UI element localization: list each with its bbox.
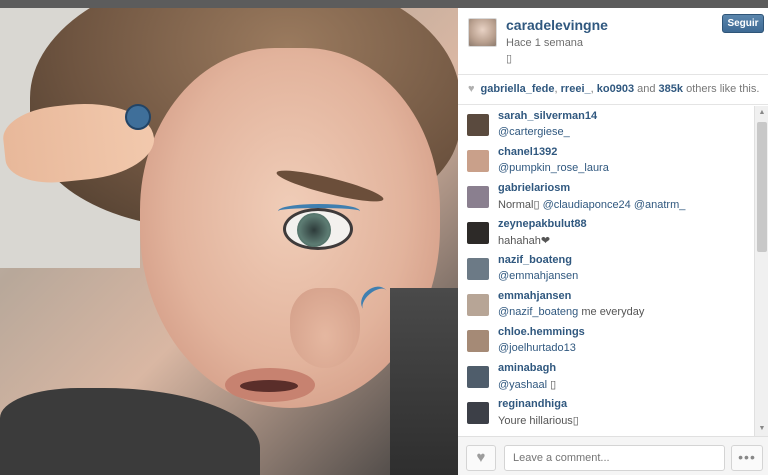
comment-bar: ♥ ••• [458,436,768,475]
comment-username[interactable]: emmahjansen [498,290,571,302]
scroll-down-icon[interactable]: ▼ [757,424,767,434]
photo-lash [278,204,360,218]
like-button[interactable]: ♥ [466,445,496,471]
comment-mention[interactable]: @pumpkin_rose_laura [498,162,609,174]
post-username[interactable]: caradelevingne [506,17,608,33]
photo-nose [290,288,360,368]
heart-icon: ♥ [476,449,486,466]
like-user-3[interactable]: ko0903 [597,83,634,95]
comment-text: @yashaal ▯ [498,378,556,391]
comment-text: Normal▯ @claudiaponce24 @anatrm_ [498,198,685,211]
ellipsis-icon: ••• [738,449,756,465]
comment-body: hahahah❤ [498,235,551,247]
list-item: reginandhiga Youre hillarious▯ [458,394,754,430]
likes-and: and [634,83,659,95]
comments-scrollbar[interactable]: ▲ ▼ [754,106,768,436]
post-caption: ▯ [506,53,513,65]
photo-shirt [0,388,260,475]
comment-list[interactable]: sarah_silverman14 @cartergiese_ chanel13… [458,106,754,436]
avatar[interactable] [467,330,489,352]
comment-username[interactable]: aminabagh [498,362,556,374]
comment-text: @emmahjansen [498,270,578,282]
comment-text: @cartergiese_ [498,126,570,138]
list-item: sarah_silverman14 @cartergiese_ [458,106,754,142]
post-side-panel: caradelevingne Hace 1 semana ▯ Seguir ♥ g… [458,8,768,475]
avatar[interactable] [467,366,489,388]
comment-text: Youre hillarious▯ [498,414,579,427]
list-item: gabrielariosm Normal▯ @claudiaponce24 @a… [458,178,754,214]
comment-username[interactable]: gabrielariosm [498,182,570,194]
list-item: zeynepakbulut88 hahahah❤ [458,214,754,250]
scroll-up-icon[interactable]: ▲ [757,108,767,118]
comment-body: ▯ [547,379,557,391]
list-item: emmahjansen @nazif_boateng me everyday [458,286,754,322]
comment-mention[interactable]: @emmahjansen [498,270,578,282]
photo-background-right [390,288,458,475]
list-item: chloe.hemmings @joelhurtado13 [458,322,754,358]
comment-username[interactable]: reginandhiga [498,398,567,410]
comment-text: @pumpkin_rose_laura [498,162,609,174]
comment-text: @joelhurtado13 [498,342,576,354]
avatar[interactable] [468,18,497,47]
avatar[interactable] [467,258,489,280]
post-header: caradelevingne Hace 1 semana ▯ Seguir [458,8,768,75]
like-user-1[interactable]: gabriella_fede [481,83,555,95]
follow-button[interactable]: Seguir [722,14,764,33]
post-timestamp: Hace 1 semana [506,37,584,49]
photo-mouth [240,380,298,392]
avatar[interactable] [467,186,489,208]
post-photo[interactable] [0,8,458,475]
list-item: aminabagh @yashaal ▯ [458,358,754,394]
comment-body: me everyday [578,306,645,318]
scrollbar-thumb[interactable] [757,122,767,252]
photo-earring [125,104,151,130]
comment-mention[interactable]: @cartergiese_ [498,126,570,138]
like-user-2[interactable]: rreei_ [561,83,591,95]
list-item: chanel1392 @pumpkin_rose_laura [458,142,754,178]
comment-username[interactable]: nazif_boateng [498,254,572,266]
avatar[interactable] [467,294,489,316]
comment-username[interactable]: chloe.hemmings [498,326,585,338]
more-options-button[interactable]: ••• [731,445,763,471]
comment-mention[interactable]: @joelhurtado13 [498,342,576,354]
comment-mention[interactable]: @yashaal [498,379,547,391]
comment-body: Youre hillarious▯ [498,415,579,427]
comment-text: hahahah❤ [498,234,550,247]
comment-body: Normal▯ [498,199,543,211]
likes-line: ♥ gabriella_fede, rreei_, ko0903 and 385k… [458,75,768,105]
avatar[interactable] [467,222,489,244]
comment-text: @nazif_boateng me everyday [498,306,644,318]
comment-username[interactable]: sarah_silverman14 [498,110,597,122]
comment-mention[interactable]: @nazif_boateng [498,306,578,318]
avatar[interactable] [467,150,489,172]
avatar[interactable] [467,114,489,136]
comment-username[interactable]: zeynepakbulut88 [498,218,587,230]
photo-iris [297,213,331,247]
comment-mention[interactable]: @claudiaponce24 @anatrm_ [543,199,686,211]
likes-count[interactable]: 385k [659,83,683,95]
comment-input[interactable] [504,445,725,471]
list-item: nazif_boateng @emmahjansen [458,250,754,286]
comment-username[interactable]: chanel1392 [498,146,557,158]
top-bar [0,0,768,8]
likes-rest: others like this. [683,83,760,95]
avatar[interactable] [467,402,489,424]
heart-icon: ♥ [468,83,475,95]
